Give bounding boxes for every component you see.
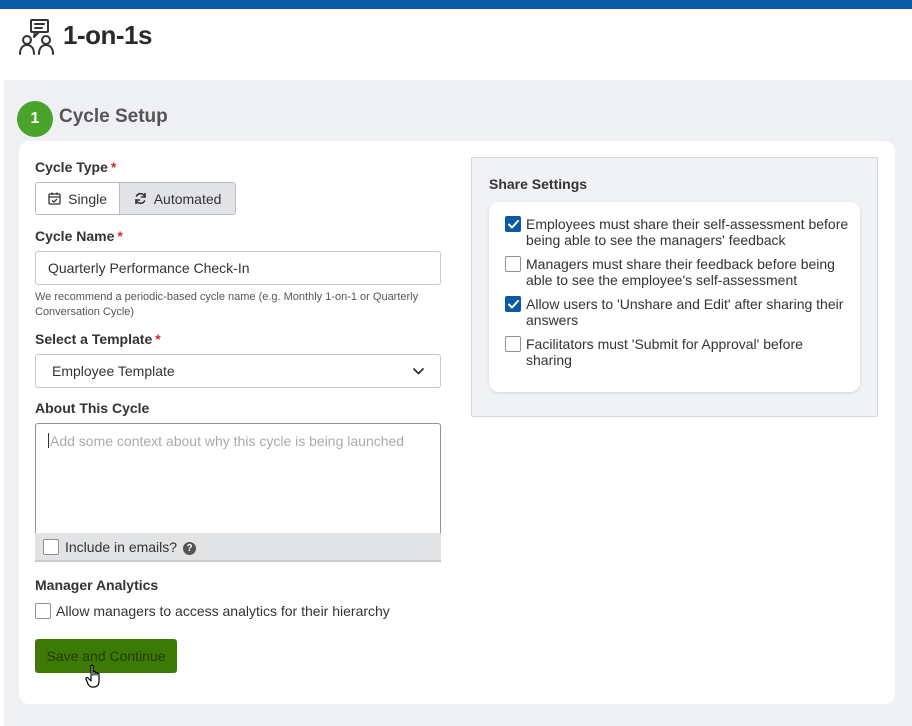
checkmark-icon (507, 219, 519, 228)
step-title: Cycle Setup (59, 106, 168, 127)
manager-analytics-checkbox[interactable] (35, 603, 51, 619)
text-caret (48, 433, 49, 448)
share-option-label: Employees must share their self-assessme… (526, 216, 849, 248)
include-emails-checkbox[interactable] (43, 538, 59, 555)
manager-analytics-label: Manager Analytics (35, 577, 159, 593)
cycle-type-single-button[interactable]: Single (36, 183, 121, 214)
include-emails-bar: Include in emails? ? (35, 533, 441, 562)
share-option-label: Allow users to 'Unshare and Edit' after … (526, 296, 844, 328)
chevron-down-icon (413, 367, 424, 374)
cycle-name-input[interactable]: Quarterly Performance Check-In (35, 251, 441, 285)
share-option: Employees must share their self-assessme… (505, 216, 850, 248)
hand-pointer-cursor-icon (85, 664, 100, 688)
share-option: Allow users to 'Unshare and Edit' after … (505, 296, 850, 328)
help-icon[interactable]: ? (183, 542, 197, 555)
share-option-checkbox[interactable] (505, 296, 521, 312)
share-option-label: Managers must share their feedback befor… (526, 256, 835, 288)
page-title: 1-on-1s (63, 20, 152, 50)
template-label: Select a Template * (35, 331, 161, 347)
share-option-checkbox[interactable] (505, 336, 521, 352)
share-option-checkbox[interactable] (505, 216, 521, 232)
about-textarea[interactable]: Add some context about why this cycle is… (35, 423, 441, 533)
refresh-icon (134, 192, 146, 205)
cycle-name-hint: We recommend a periodic-based cycle name… (35, 291, 419, 318)
about-placeholder: Add some context about why this cycle is… (50, 433, 405, 449)
share-settings-title: Share Settings (489, 176, 588, 192)
cycle-type-automated-button[interactable]: Automated (120, 183, 235, 214)
include-emails-label: Include in emails? (65, 538, 178, 555)
required-mark: * (117, 228, 123, 244)
manager-analytics-checkbox-label: Allow managers to access analytics for t… (56, 603, 390, 619)
cycle-type-toggle: Single Automated (35, 182, 236, 215)
share-option: Facilitators must 'Submit for Approval' … (505, 336, 850, 368)
about-label: About This Cycle (35, 400, 150, 416)
manager-analytics-row: Allow managers to access analytics for t… (35, 603, 390, 619)
required-mark: * (155, 331, 161, 347)
top-accent-bar (0, 0, 912, 9)
share-option: Managers must share their feedback befor… (505, 256, 850, 288)
required-mark: * (110, 159, 117, 175)
share-option-label: Facilitators must 'Submit for Approval' … (526, 336, 803, 368)
template-select[interactable]: Employee Template (35, 354, 441, 388)
automated-label: Automated (153, 190, 222, 207)
calendar-check-icon (48, 192, 61, 205)
cycle-name-label: Cycle Name * (35, 228, 123, 244)
save-and-continue-button[interactable]: Save and Continue (35, 639, 177, 673)
checkmark-icon (507, 299, 519, 308)
step-badge: 1 (17, 101, 53, 137)
users-chat-icon (19, 19, 54, 55)
share-option-checkbox[interactable] (505, 256, 521, 272)
cycle-type-label: Cycle Type * (35, 159, 117, 175)
single-label: Single (68, 190, 108, 207)
template-selected-value: Employee Template (52, 363, 175, 379)
